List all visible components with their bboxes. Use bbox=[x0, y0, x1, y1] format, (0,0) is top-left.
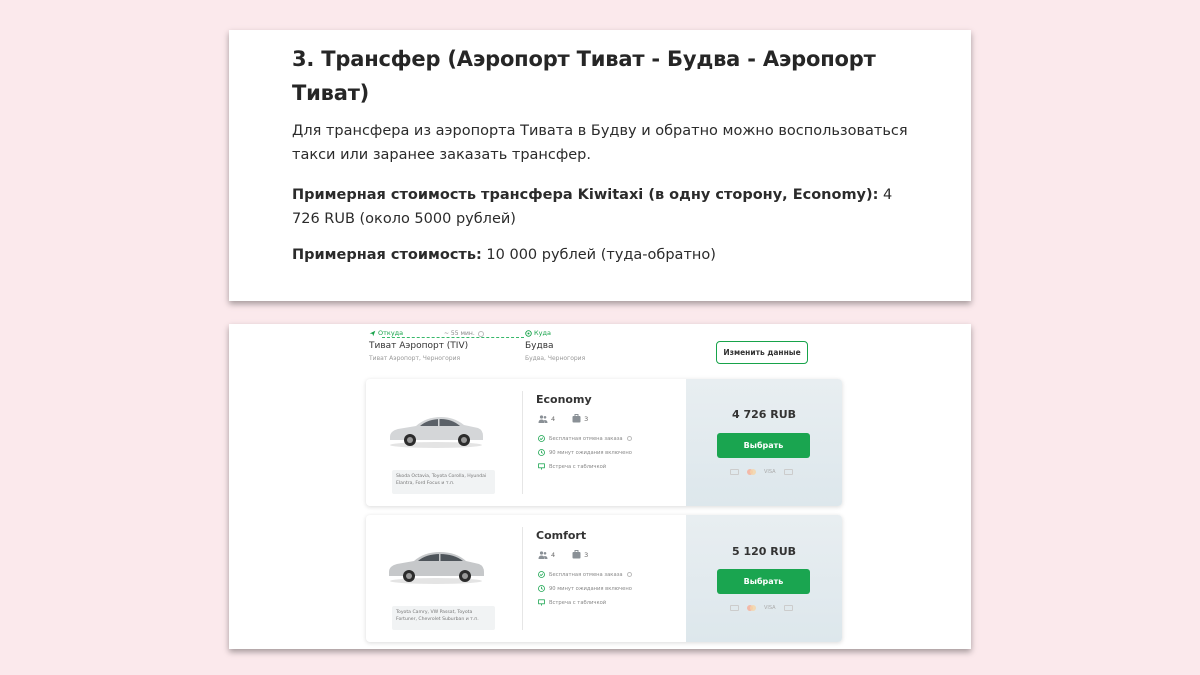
car-class-title: Economy bbox=[536, 393, 592, 406]
luggage-icon bbox=[572, 550, 581, 559]
kiwitaxi-cost-label: Примерная стоимость трансфера Kiwitaxi (… bbox=[292, 187, 879, 203]
select-button[interactable]: Выбрать bbox=[717, 569, 810, 594]
section-heading: 3. Трансфер (Аэропорт Тиват - Будва - Аэ… bbox=[292, 47, 876, 105]
info-icon bbox=[477, 330, 484, 337]
feature-waiting: 90 минут ожидания включено bbox=[538, 449, 632, 456]
route-from[interactable]: Откуда Тиват Аэропорт (TIV) Тиват Аэропо… bbox=[369, 328, 468, 362]
article-card: 3. Трансфер (Аэропорт Тиват - Будва - Аэ… bbox=[229, 30, 971, 301]
clock-icon bbox=[538, 585, 545, 592]
approx-cost-value: 10 000 рублей (туда-обратно) bbox=[481, 247, 716, 263]
mastercard-icon bbox=[747, 605, 756, 611]
location-pin-icon bbox=[525, 329, 532, 337]
feature-free-cancel: Бесплатная отмена заказа bbox=[538, 435, 632, 442]
approx-cost-label: Примерная стоимость: bbox=[292, 247, 482, 263]
feature-free-cancel: Бесплатная отмена заказа bbox=[538, 571, 632, 578]
route-from-city: Тиват Аэропорт (TIV) bbox=[369, 341, 469, 351]
payment-methods: VISA bbox=[730, 469, 793, 475]
car-sedan-image bbox=[390, 417, 483, 448]
capacity-row: 4 3 bbox=[538, 414, 588, 423]
card-icon bbox=[730, 469, 739, 475]
mastercard-icon bbox=[747, 469, 756, 475]
visa-label: VISA bbox=[764, 469, 776, 475]
luggage-count: 3 bbox=[584, 550, 589, 559]
offer-card-comfort: Toyota Camry, VW Passat, Toyota Fortuner… bbox=[366, 515, 842, 642]
route-from-sub: Тиват Аэропорт, Черногория bbox=[369, 355, 461, 362]
luggage-count: 3 bbox=[584, 414, 589, 423]
route-to-label: Куда bbox=[534, 329, 551, 337]
plane-icon bbox=[369, 330, 376, 336]
feature-text: Встреча с табличкой bbox=[549, 599, 607, 606]
car-models-note: Skoda Octavia, Toyota Corolla, Hyundai E… bbox=[392, 470, 495, 494]
car-models-note: Toyota Camry, VW Passat, Toyota Fortuner… bbox=[392, 606, 495, 630]
passengers-count: 4 bbox=[551, 550, 556, 559]
divider bbox=[522, 391, 523, 494]
car-sedan-image bbox=[389, 552, 484, 584]
feature-text: Бесплатная отмена заказа bbox=[549, 435, 623, 442]
luggage-icon bbox=[572, 414, 581, 423]
clock-icon bbox=[538, 449, 545, 456]
capacity-row: 4 3 bbox=[538, 550, 588, 559]
card-icon bbox=[783, 605, 793, 611]
feature-text: Встреча с табличкой bbox=[549, 463, 607, 470]
feature-text: 90 минут ожидания включено bbox=[549, 449, 632, 456]
card-icon bbox=[783, 469, 793, 475]
feature-sign-meet: Встреча с табличкой bbox=[538, 599, 606, 606]
price-pane: 4 726 RUB Выбрать VISA bbox=[686, 379, 842, 506]
kiwitaxi-cost-paragraph: Примерная стоимость трансфера Kiwitaxi (… bbox=[292, 183, 912, 231]
payment-methods: VISA bbox=[730, 605, 793, 611]
route-to-city: Будва bbox=[525, 341, 554, 351]
passengers-count: 4 bbox=[551, 414, 556, 423]
price-value: 4 726 RUB bbox=[731, 408, 797, 421]
intro-paragraph: Для трансфера из аэропорта Тивата в Будв… bbox=[292, 123, 908, 163]
passengers-icon bbox=[538, 414, 548, 423]
route-from-label: Откуда bbox=[378, 329, 404, 337]
passengers-icon bbox=[538, 550, 548, 559]
feature-waiting: 90 минут ожидания включено bbox=[538, 585, 632, 592]
visa-label: VISA bbox=[764, 605, 776, 611]
feature-sign-meet: Встреча с табличкой bbox=[538, 463, 606, 470]
car-class-title: Comfort bbox=[536, 529, 587, 542]
route-to-sub: Будва, Черногория bbox=[525, 355, 586, 362]
check-circle-icon bbox=[538, 571, 545, 578]
route-to[interactable]: Куда Будва Будва, Черногория bbox=[525, 328, 585, 362]
price-value: 5 120 RUB bbox=[731, 545, 797, 558]
feature-text: 90 минут ожидания включено bbox=[549, 585, 632, 592]
card-icon bbox=[730, 605, 739, 611]
select-button[interactable]: Выбрать bbox=[717, 433, 810, 458]
price-pane: 5 120 RUB Выбрать VISA bbox=[686, 515, 842, 642]
sign-board-icon bbox=[538, 599, 545, 606]
check-circle-icon bbox=[538, 435, 545, 442]
info-icon[interactable] bbox=[626, 572, 632, 577]
feature-text: Бесплатная отмена заказа bbox=[549, 571, 623, 578]
offer-card-economy: Skoda Octavia, Toyota Corolla, Hyundai E… bbox=[366, 379, 842, 506]
info-icon[interactable] bbox=[626, 436, 632, 441]
transfer-screenshot: ~ 55 мин. Откуда Тиват Аэропорт (TIV) Ти… bbox=[229, 324, 971, 649]
approx-cost-paragraph: Примерная стоимость: 10 000 рублей (туда… bbox=[292, 243, 912, 267]
article-body: 3. Трансфер (Аэропорт Тиват - Будва - Аэ… bbox=[292, 42, 912, 267]
sign-board-icon bbox=[538, 463, 545, 470]
divider bbox=[522, 527, 523, 630]
change-data-button[interactable]: Изменить данные bbox=[716, 341, 808, 364]
